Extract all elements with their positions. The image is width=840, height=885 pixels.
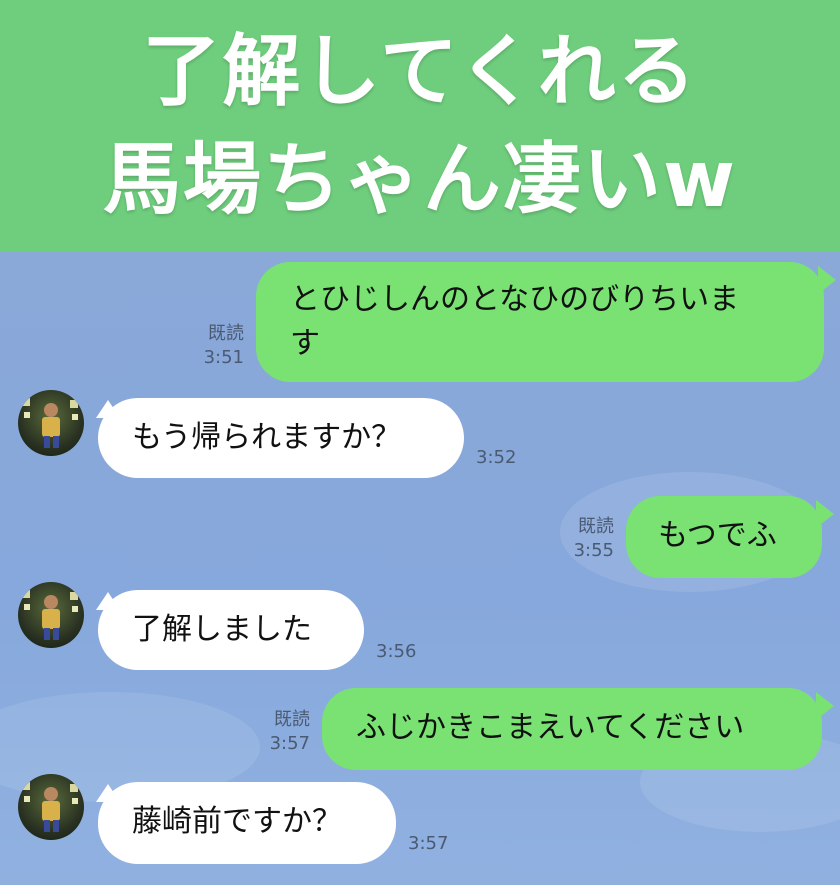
avatar-photo	[22, 398, 78, 448]
message-text: ふじかきこまえいてください	[356, 710, 745, 745]
read-receipt: 既読	[578, 516, 614, 537]
message-text: もう帰られますか？	[132, 420, 402, 455]
avatar-photo	[22, 782, 78, 832]
bubble-tail	[818, 266, 836, 294]
banner-title-line-1: 了解してくれる	[142, 27, 698, 117]
avatar-photo	[22, 590, 78, 640]
message-text-continued: す	[290, 326, 320, 361]
message-time: 3:55	[573, 540, 614, 561]
received-message-bubble[interactable]: 了解しました	[98, 590, 364, 670]
chat-thread[interactable]: 既読 3:51 とひじしんのとなひのびりちいま す もう帰られますか？ 3:52…	[0, 252, 840, 885]
message-text: もつでふ	[658, 518, 777, 553]
bubble-tail	[816, 500, 834, 528]
read-receipt: 既読	[274, 709, 310, 730]
contact-avatar-icon[interactable]	[18, 774, 84, 840]
message-text: 藤崎前ですか？	[132, 804, 342, 839]
message-time: 3:57	[269, 733, 310, 754]
contact-avatar-icon[interactable]	[18, 390, 84, 456]
message-meta: 既読 3:51	[190, 322, 244, 370]
title-banner: 了解してくれる 馬場ちゃん凄いw	[0, 0, 840, 252]
message-time: 3:56	[376, 641, 417, 662]
message-time: 3:57	[408, 833, 449, 854]
message-meta: 既読 3:57	[256, 708, 310, 756]
message-meta: 既読 3:55	[560, 515, 614, 563]
received-message-bubble[interactable]: 藤崎前ですか？	[98, 782, 396, 864]
sent-message-bubble[interactable]: ふじかきこまえいてください	[322, 688, 822, 770]
received-message-bubble[interactable]: もう帰られますか？	[98, 398, 464, 478]
contact-avatar-icon[interactable]	[18, 582, 84, 648]
banner-title-line-2: 馬場ちゃん凄いw	[102, 135, 738, 225]
read-receipt: 既読	[208, 323, 244, 344]
message-text: とひじしんのとなひのびりちいま	[290, 282, 740, 317]
message-time: 3:52	[476, 447, 517, 468]
sent-message-bubble[interactable]: もつでふ	[626, 496, 822, 578]
sent-message-bubble[interactable]: とひじしんのとなひのびりちいま す	[256, 262, 824, 382]
message-time: 3:51	[203, 347, 244, 368]
bubble-tail	[816, 692, 834, 720]
message-text: 了解しました	[132, 612, 312, 647]
